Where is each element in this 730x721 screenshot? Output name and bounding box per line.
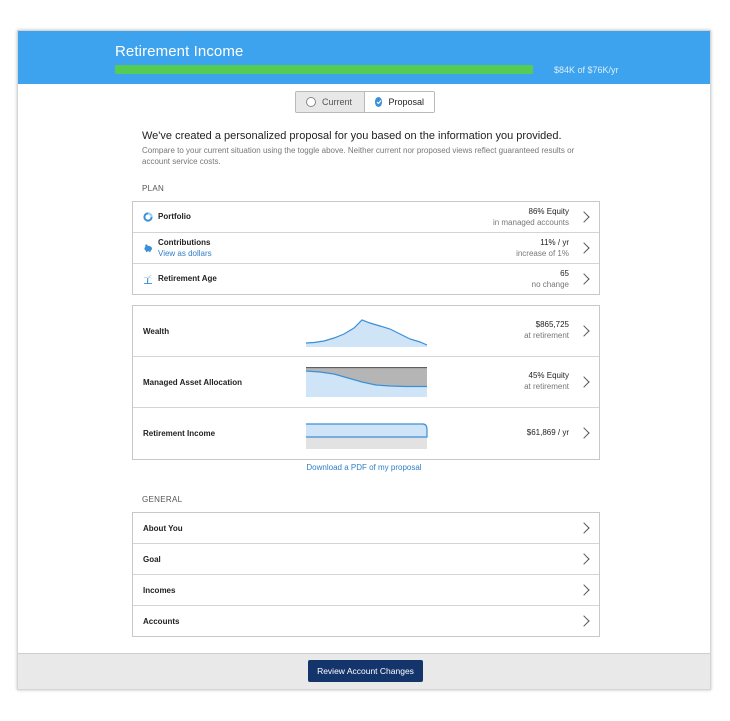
chevron-right-icon (578, 427, 590, 439)
projection-card: Wealth $865,725 at retirement Managed As… (132, 305, 600, 460)
contributions-detail: increase of 1% (516, 249, 569, 258)
plan-section-label: PLAN (142, 184, 165, 193)
contributions-value: 11% / yr (540, 238, 569, 247)
wealth-value: $865,725 (535, 320, 569, 329)
general-row-goal[interactable]: Goal (133, 544, 599, 575)
wealth-row[interactable]: Wealth $865,725 at retirement (133, 306, 599, 357)
retirement-age-title: Retirement Age (158, 274, 217, 283)
toggle-current-label: Current (322, 97, 353, 107)
plan-row-portfolio[interactable]: Portfolio 86% Equity in managed accounts (133, 202, 599, 233)
retirement-income-panel: Retirement Income $84K of $76K/yr Curren… (17, 30, 711, 690)
goal-title: Goal (143, 555, 161, 564)
chevron-right-icon (578, 242, 590, 254)
portfolio-title: Portfolio (158, 212, 191, 221)
current-proposal-toggle: Current Proposal (295, 91, 435, 113)
footer-bar: Review Account Changes (18, 653, 710, 689)
plan-row-retirement-age[interactable]: Retirement Age 65 no change (133, 264, 599, 294)
toggle-proposal-label: Proposal (388, 97, 424, 107)
income-progress-bar (115, 65, 533, 74)
wealth-detail: at retirement (524, 331, 569, 340)
general-card: About You Goal Incomes Accounts (132, 512, 600, 637)
retirement-income-title: Retirement Income (143, 429, 216, 438)
general-row-about-you[interactable]: About You (133, 513, 599, 544)
allocation-detail: at retirement (524, 382, 569, 391)
retirement-income-sparkline (306, 423, 428, 449)
donut-chart-icon (143, 212, 153, 222)
retirement-income-row[interactable]: Retirement Income $61,869 / yr (133, 408, 599, 459)
chevron-right-icon (578, 553, 590, 565)
intro-title: We've created a personalized proposal fo… (142, 130, 562, 142)
retirement-age-value: 65 (560, 269, 569, 278)
contributions-title: Contributions (158, 238, 211, 247)
portfolio-value: 86% Equity (528, 207, 569, 216)
page-title: Retirement Income (115, 43, 244, 60)
general-section-label: GENERAL (142, 495, 183, 504)
radio-unchecked-icon (306, 97, 316, 107)
managed-asset-allocation-row[interactable]: Managed Asset Allocation 45% Equity at r… (133, 357, 599, 408)
toggle-proposal[interactable]: Proposal (365, 92, 434, 112)
header-bar: Retirement Income $84K of $76K/yr (18, 31, 710, 84)
toggle-current[interactable]: Current (296, 92, 365, 112)
allocation-value: 45% Equity (528, 371, 569, 380)
view-as-dollars-link[interactable]: View as dollars (158, 249, 212, 258)
allocation-title: Managed Asset Allocation (143, 378, 242, 387)
plan-card: Portfolio 86% Equity in managed accounts… (132, 201, 600, 295)
review-account-changes-button[interactable]: Review Account Changes (308, 660, 423, 682)
wealth-title: Wealth (143, 327, 170, 336)
general-row-incomes[interactable]: Incomes (133, 575, 599, 606)
accounts-title: Accounts (143, 617, 180, 626)
wealth-sparkline (306, 319, 428, 347)
general-row-accounts[interactable]: Accounts (133, 606, 599, 636)
allocation-sparkline (306, 367, 427, 397)
portfolio-detail: in managed accounts (492, 218, 569, 227)
download-pdf-link[interactable]: Download a PDF of my proposal (18, 463, 710, 472)
retirement-income-value: $61,869 / yr (526, 428, 569, 437)
chevron-right-icon (578, 325, 590, 337)
about-you-title: About You (143, 524, 183, 533)
chevron-right-icon (578, 211, 590, 223)
chevron-right-icon (578, 584, 590, 596)
intro-subtitle: Compare to your current situation using … (142, 146, 575, 166)
chevron-right-icon (578, 522, 590, 534)
retirement-age-detail: no change (531, 280, 569, 289)
chevron-right-icon (578, 615, 590, 627)
chevron-right-icon (578, 273, 590, 285)
radio-checked-icon (375, 97, 383, 107)
incomes-title: Incomes (143, 586, 176, 595)
plan-row-contributions[interactable]: Contributions View as dollars 11% / yr i… (133, 233, 599, 264)
income-progress-fill (115, 65, 533, 74)
income-progress-text: $84K of $76K/yr (554, 65, 619, 75)
palm-tree-icon (143, 274, 153, 284)
piggy-bank-icon (144, 244, 152, 253)
chevron-right-icon (578, 376, 590, 388)
